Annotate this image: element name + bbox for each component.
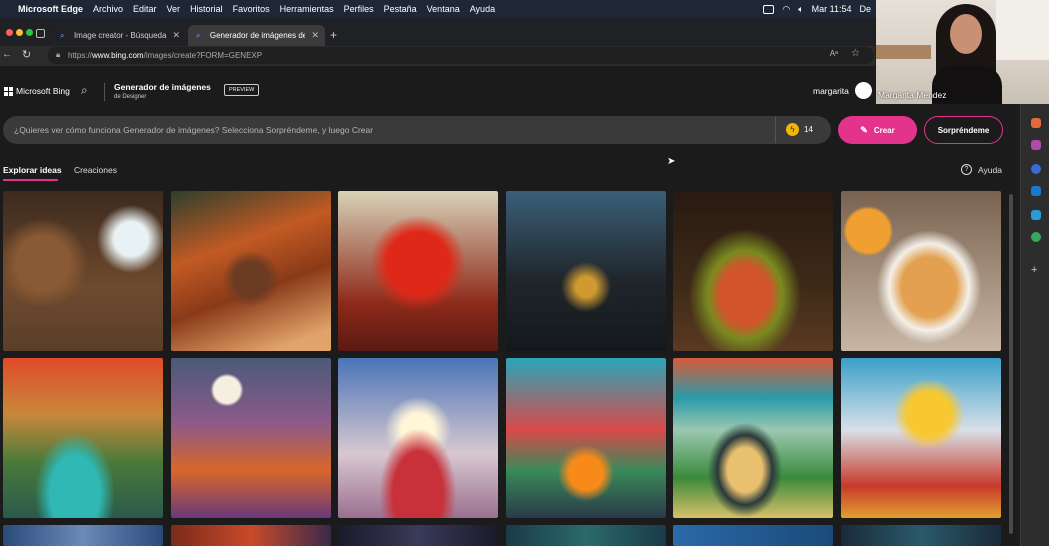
- bing-image-creator-page: Microsoft Bing ⌕ Generador de imágenes d…: [0, 66, 1015, 546]
- menu-ayuda[interactable]: Ayuda: [470, 4, 495, 14]
- games-icon[interactable]: [1031, 164, 1041, 174]
- address-bar[interactable]: 🔒︎ https://www.bing.com/images/create?FO…: [48, 47, 874, 64]
- tree-icon[interactable]: [1031, 232, 1041, 242]
- gallery-image-festive-crowd[interactable]: [338, 358, 498, 518]
- gallery-image-partial-1[interactable]: [3, 525, 163, 546]
- shopping-icon[interactable]: [1031, 118, 1041, 128]
- favorite-star-icon[interactable]: ☆: [851, 48, 860, 59]
- preview-badge: PREVIEW: [224, 84, 260, 96]
- wifi-icon[interactable]: ◠: [782, 4, 790, 15]
- url-prefix: https://: [68, 51, 93, 60]
- tab-image-creator-search[interactable]: ⌕ Image creator - Búsqueda ✕: [52, 25, 186, 46]
- gallery-image-bears-cave[interactable]: [3, 191, 163, 351]
- menu-app-name[interactable]: Microsoft Edge: [18, 4, 83, 14]
- gallery-image-autumn-cabin[interactable]: [171, 191, 331, 351]
- user-name[interactable]: margarita: [813, 86, 849, 96]
- gallery-image-partial-2[interactable]: [171, 525, 331, 546]
- product-title[interactable]: Generador de imágenes: [114, 82, 211, 92]
- menu-editar[interactable]: Editar: [133, 4, 157, 14]
- header-divider: [104, 83, 105, 101]
- search-icon[interactable]: ⌕: [81, 83, 88, 98]
- gallery-image-paper-city[interactable]: [841, 358, 1001, 518]
- gallery-image-felt-village[interactable]: [506, 358, 666, 518]
- gallery-image-cornucopia[interactable]: [673, 191, 833, 351]
- bing-logo[interactable]: Microsoft Bing: [16, 86, 70, 96]
- gallery-image-partial-4[interactable]: [506, 525, 666, 546]
- page-scrollbar[interactable]: [1009, 194, 1013, 534]
- help-link[interactable]: Ayuda: [978, 165, 1002, 175]
- brush-icon: ✎: [860, 124, 868, 135]
- webcam-person-face: [950, 14, 982, 54]
- new-tab-icon[interactable]: +: [330, 28, 337, 42]
- surprise-label: Sorpréndeme: [937, 125, 990, 135]
- zoom-window-button[interactable]: [26, 29, 33, 36]
- menu-pestana[interactable]: Pestaña: [384, 4, 417, 14]
- tab-explore-ideas[interactable]: Explorar ideas: [3, 165, 62, 175]
- tab-actions-icon[interactable]: [36, 29, 45, 38]
- gallery-image-gothic-castle[interactable]: [506, 191, 666, 351]
- gallery-image-partial-3[interactable]: [338, 525, 498, 546]
- gallery-image-partial-5[interactable]: [673, 525, 833, 546]
- refresh-icon[interactable]: ↻: [22, 48, 31, 61]
- gallery-image-partial-6[interactable]: [841, 525, 1001, 546]
- product-subtitle: de Designer: [114, 94, 147, 100]
- send-icon[interactable]: [1031, 210, 1041, 220]
- menu-perfiles[interactable]: Perfiles: [344, 4, 374, 14]
- prompt-input[interactable]: ¿Quieres ver cómo funciona Generador de …: [14, 125, 373, 135]
- microsoft-logo-icon: [4, 87, 13, 96]
- status-app-icon[interactable]: [763, 4, 775, 14]
- menu-herramientas[interactable]: Herramientas: [280, 4, 334, 14]
- close-window-button[interactable]: [6, 29, 13, 36]
- search-icon: ⌕: [60, 30, 65, 40]
- mouse-cursor-icon: ➤: [667, 156, 676, 167]
- menubar-clock-extra: De: [859, 4, 871, 14]
- create-button[interactable]: ✎ Crear: [838, 116, 917, 144]
- menu-favoritos[interactable]: Favoritos: [233, 4, 270, 14]
- read-aloud-icon[interactable]: Aᵃ: [830, 49, 838, 58]
- volume-icon[interactable]: 🔈︎: [798, 4, 803, 15]
- close-tab-icon[interactable]: ✕: [305, 30, 319, 41]
- help-icon[interactable]: ?: [961, 164, 972, 175]
- tools-icon[interactable]: [1031, 140, 1041, 150]
- gallery-image-pancakes[interactable]: [841, 191, 1001, 351]
- gallery-image-waterfall-unicorn[interactable]: [3, 358, 163, 518]
- back-icon[interactable]: ←: [2, 49, 12, 60]
- menu-historial[interactable]: Historial: [190, 4, 223, 14]
- gallery-image-red-leaf[interactable]: [338, 191, 498, 351]
- boost-count: 14: [804, 125, 813, 134]
- search-icon: ⌕: [196, 30, 201, 40]
- tab-title: Generador de imágenes de Mi: [209, 31, 306, 40]
- boost-icon: ϟ: [786, 123, 799, 136]
- tab-title: Image creator - Búsqueda: [73, 31, 167, 40]
- surprise-button[interactable]: Sorpréndeme: [924, 116, 1003, 144]
- menubar-clock[interactable]: Mar 11:54: [812, 4, 852, 14]
- minimize-window-button[interactable]: [16, 29, 23, 36]
- menu-archivo[interactable]: Archivo: [93, 4, 123, 14]
- create-label: Crear: [873, 125, 895, 135]
- avatar[interactable]: [855, 82, 872, 99]
- lock-icon: 🔒︎: [56, 50, 61, 59]
- gallery-image-fantasy-moons[interactable]: [171, 358, 331, 518]
- outlook-icon[interactable]: [1031, 186, 1041, 196]
- add-sidebar-icon[interactable]: +: [1031, 264, 1037, 276]
- menu-ventana[interactable]: Ventana: [427, 4, 460, 14]
- webcam-shelf: [876, 45, 931, 59]
- edge-sidebar: +: [1020, 104, 1049, 546]
- url-path: /images/create?FORM=GENEXP: [143, 51, 263, 60]
- tab-image-generator[interactable]: ⌕ Generador de imágenes de Mi ✕: [188, 25, 325, 46]
- tab-explore-underline: [3, 179, 58, 181]
- url-domain: www.bing.com: [92, 51, 144, 60]
- gallery-image-woman-landscape[interactable]: [673, 358, 833, 518]
- webcam-overlay: Margarita Mendez: [876, 0, 1049, 104]
- menu-ver[interactable]: Ver: [167, 4, 181, 14]
- webcam-name-label: Margarita Mendez: [878, 90, 947, 100]
- tab-creations[interactable]: Creaciones: [74, 165, 117, 175]
- webcam-window: [996, 0, 1049, 60]
- prompt-divider: [775, 117, 776, 143]
- close-tab-icon[interactable]: ✕: [166, 30, 180, 41]
